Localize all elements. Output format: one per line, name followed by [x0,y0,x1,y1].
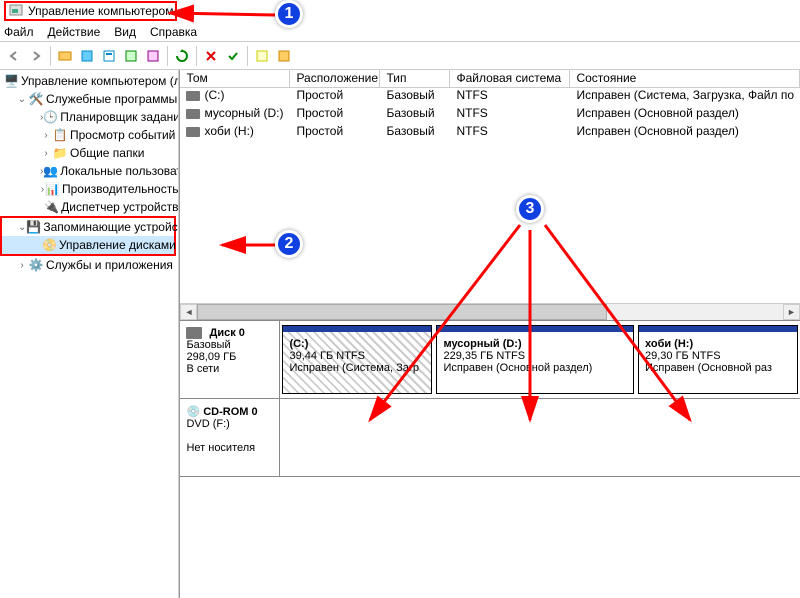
annotation-badge-1: 1 [275,0,303,28]
col-state[interactable]: Состояние [570,70,800,87]
volume-list: Том Расположение Тип Файловая система Со… [180,70,800,320]
tb-icon-6[interactable] [252,46,272,66]
checkmark-button[interactable] [223,46,243,66]
tree-root[interactable]: 🖥️ Управление компьютером (л [0,72,178,90]
menu-action[interactable]: Действие [48,25,101,39]
tb-icon-1[interactable] [55,46,75,66]
drive-icon [186,109,200,119]
window-title: Управление компьютером [28,4,173,18]
toolbar [0,42,800,70]
disk-icon [186,327,202,339]
scroll-right-icon[interactable]: ► [783,304,800,320]
collapse-icon[interactable]: ⌄ [16,94,28,105]
perf-icon: 📊 [45,181,60,197]
partition-h[interactable]: хоби (H:) 29,30 ГБ NTFS Исправен (Основн… [638,325,798,394]
tree-local-users[interactable]: ›👥Локальные пользовате [0,162,178,180]
tree-disk-management[interactable]: 📀 Управление дисками [2,236,174,254]
drive-icon [186,91,200,101]
refresh-button[interactable] [172,46,192,66]
tb-icon-3[interactable] [99,46,119,66]
scroll-thumb[interactable] [197,304,607,320]
drive-icon [186,127,200,137]
tree-shared-folders[interactable]: ›📁Общие папки [0,144,178,162]
volume-row[interactable]: хоби (H:) Простой Базовый NTFS Исправен … [180,124,800,142]
main-panel: Том Расположение Тип Файловая система Со… [179,70,800,598]
users-icon: 👥 [43,163,58,179]
tree-device-manager[interactable]: 🔌Диспетчер устройств [0,198,178,216]
volume-row[interactable]: (C:) Простой Базовый NTFS Исправен (Сист… [180,88,800,106]
storage-icon: 💾 [26,219,41,235]
disk-label[interactable]: Диск 0 Базовый 298,09 ГБ В сети [180,321,280,398]
disk-row: Диск 0 Базовый 298,09 ГБ В сети (C:) 39,… [180,321,800,399]
navigation-tree: 🖥️ Управление компьютером (л ⌄ 🛠️ Служеб… [0,70,179,598]
delete-button[interactable] [201,46,221,66]
title-bar: Управление компьютером [0,0,800,22]
disk-icon: 📀 [42,237,57,253]
tree-services-apps[interactable]: › ⚙️ Службы и приложения [0,256,178,274]
services-icon: ⚙️ [28,257,44,273]
app-icon [8,3,24,19]
tree-system-tools[interactable]: ⌄ 🛠️ Служебные программы [0,90,178,108]
scroll-left-icon[interactable]: ◄ [180,304,197,320]
collapse-icon[interactable]: ⌄ [18,222,26,233]
clock-icon: 🕒 [43,109,58,125]
volume-list-header: Том Расположение Тип Файловая система Со… [180,70,800,88]
disk-label[interactable]: 💿 CD-ROM 0 DVD (F:) Нет носителя [180,399,280,476]
partition-d[interactable]: мусорный (D:) 229,35 ГБ NTFS Исправен (О… [436,325,634,394]
annotation-badge-2: 2 [275,230,303,258]
disk-graphical-view: Диск 0 Базовый 298,09 ГБ В сети (C:) 39,… [180,320,800,598]
col-type[interactable]: Тип [380,70,450,87]
tb-icon-2[interactable] [77,46,97,66]
col-volume[interactable]: Том [180,70,290,87]
folder-icon: 📁 [52,145,68,161]
forward-button[interactable] [26,46,46,66]
horizontal-scrollbar[interactable]: ◄ ► [180,303,800,320]
tree-storage[interactable]: ⌄ 💾 Запоминающие устройст [2,218,174,236]
menu-view[interactable]: Вид [114,25,136,39]
col-fs[interactable]: Файловая система [450,70,570,87]
tree-task-scheduler[interactable]: ›🕒Планировщик заданий [0,108,178,126]
tools-icon: 🛠️ [28,91,44,107]
annotation-badge-3: 3 [516,195,544,223]
menu-help[interactable]: Справка [150,25,197,39]
cdrom-icon: 💿 [186,406,200,418]
tb-icon-7[interactable] [274,46,294,66]
tree-performance[interactable]: ›📊Производительность [0,180,178,198]
device-icon: 🔌 [44,199,59,215]
menu-file[interactable]: Файл [4,25,34,39]
volume-row[interactable]: мусорный (D:) Простой Базовый NTFS Испра… [180,106,800,124]
tb-icon-4[interactable] [121,46,141,66]
back-button[interactable] [4,46,24,66]
partition-c[interactable]: (C:) 39,44 ГБ NTFS Исправен (Система, За… [282,325,432,394]
tb-icon-5[interactable] [143,46,163,66]
menu-bar: Файл Действие Вид Справка [0,22,800,42]
tree-event-viewer[interactable]: ›📋Просмотр событий [0,126,178,144]
col-layout[interactable]: Расположение [290,70,380,87]
event-icon: 📋 [52,127,68,143]
computer-icon: 🖥️ [4,73,19,89]
disk-row: 💿 CD-ROM 0 DVD (F:) Нет носителя [180,399,800,477]
